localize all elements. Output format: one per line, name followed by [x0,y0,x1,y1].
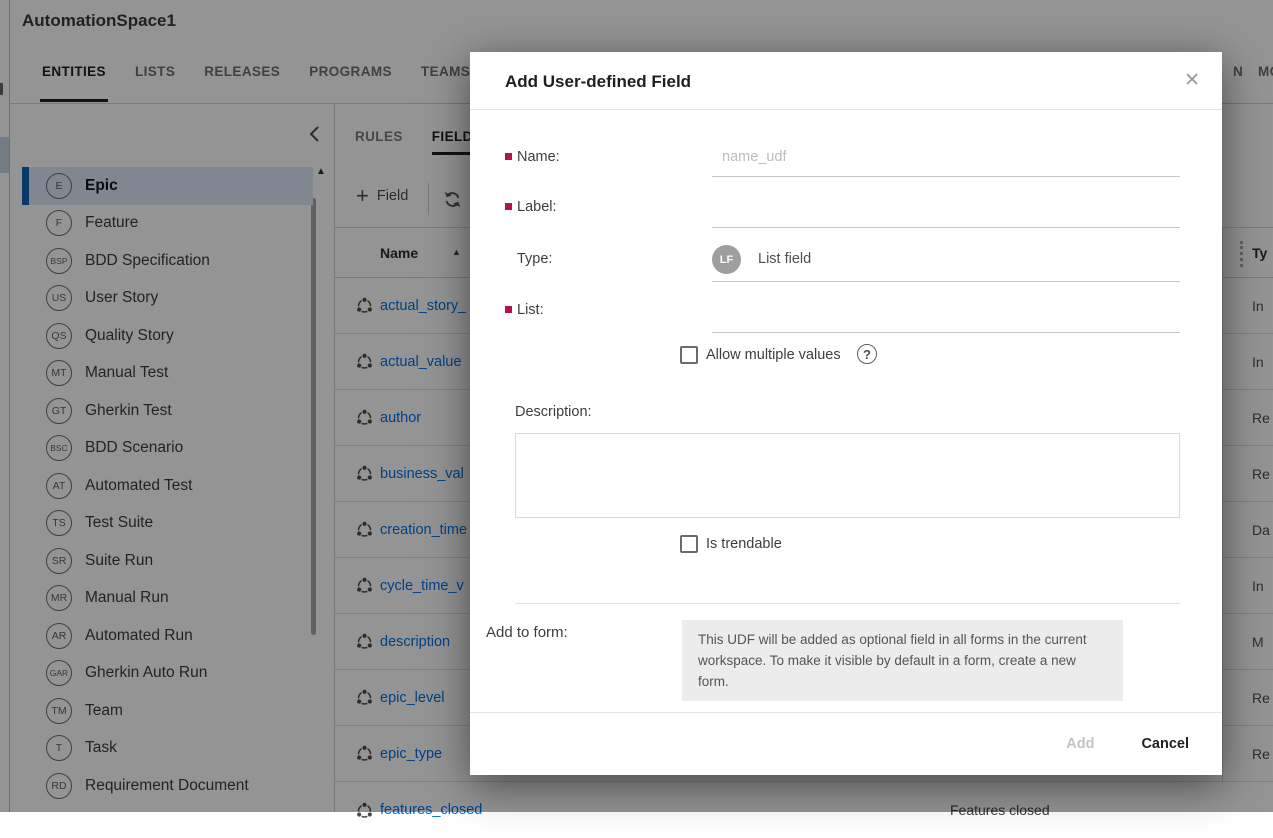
allow-multiple-values-label: Allow multiple values [706,347,841,363]
description-textarea[interactable] [515,433,1180,518]
add-udf-dialog: Add User-defined Field ✕ Name: name_udf … [470,52,1222,775]
add-button[interactable]: Add [1066,736,1094,752]
required-marker [505,153,512,160]
add-to-form-info: This UDF will be added as optional field… [682,620,1123,701]
cancel-button[interactable]: Cancel [1141,736,1189,752]
label-field-label: Label: [517,199,557,215]
list-input[interactable] [712,332,1180,333]
dialog-header: Add User-defined Field ✕ [470,52,1222,110]
dialog-footer: Add Cancel [470,712,1222,775]
add-to-form-label: Add to form: [486,624,568,641]
list-field-label: List: [517,302,544,318]
form-section-divider [515,603,1180,604]
list-field-type-chip: LF [712,245,741,274]
help-icon[interactable]: ? [857,344,877,364]
name-input[interactable]: name_udf [722,149,787,165]
is-trendable-label: Is trendable [706,536,782,552]
dialog-title: Add User-defined Field [505,72,691,92]
required-marker [505,306,512,313]
type-field-label: Type: [517,251,552,267]
type-select-underline [712,281,1180,282]
description-label: Description: [515,404,592,420]
type-select[interactable]: List field [758,251,811,267]
name-field-label: Name: [517,149,560,165]
label-input[interactable] [712,227,1180,228]
close-icon[interactable]: ✕ [1184,69,1200,92]
name-input-underline [712,176,1180,177]
allow-multiple-values-checkbox[interactable] [680,346,698,364]
required-marker [505,203,512,210]
is-trendable-checkbox[interactable] [680,535,698,553]
